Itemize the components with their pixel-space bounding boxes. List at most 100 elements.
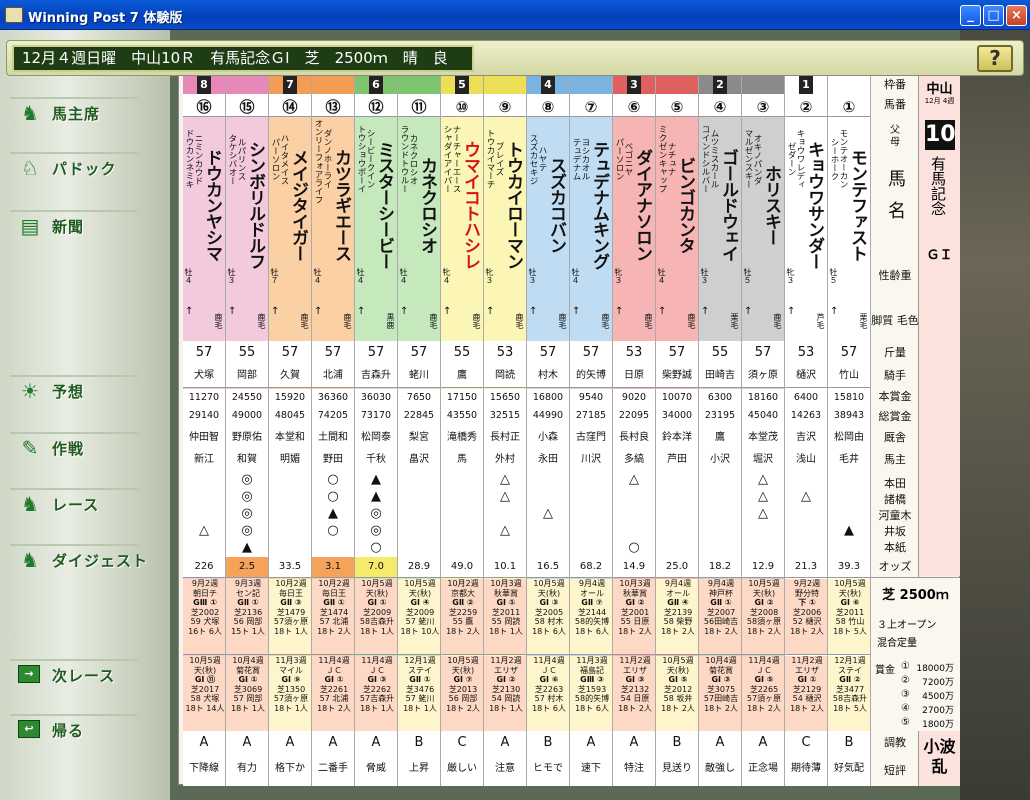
name-block[interactable]: シャダイアイバー ナーチャーエース ウマイコトハシレ 牝４ ↑ 鹿毛 bbox=[441, 116, 483, 341]
past-race-last2[interactable]: 11月2週 エリザ GⅠ ① 芝2129 54 樋沢 18ト 2人 bbox=[785, 656, 827, 731]
past-race-last2[interactable]: 12月1週 ステイ GⅡ ① 芝3476 57 蛯川 18ト 1人 bbox=[398, 656, 440, 731]
past-race-last1[interactable]: 10月2週 毎日王 GⅡ ③ 芝1479 57須ヶ原 18ト 1人 bbox=[269, 579, 311, 654]
horse-name[interactable]: カネクロシオ bbox=[417, 120, 437, 290]
nav-digest-horse-button[interactable]: ♞ ダイジェスト bbox=[10, 544, 147, 574]
past-race-last2[interactable]: 11月2週 エリザ GⅠ ③ 芝2132 54 日原 18ト 2人 bbox=[613, 656, 655, 731]
name-block[interactable]: パーソロン ハイタメイス メイジタイガー 牡７ ↑ 鹿毛 bbox=[269, 116, 311, 341]
horse-name[interactable]: スズカコバン bbox=[546, 120, 566, 290]
row-divider bbox=[355, 577, 397, 578]
horse-name[interactable]: ビンゴカンタ bbox=[675, 120, 695, 290]
horse-name[interactable]: ミスターシービー bbox=[374, 120, 394, 290]
past-race-last1[interactable]: 9月4週 オール GⅡ ⑦ 芝2144 58的矢博 18ト 6人 bbox=[570, 579, 612, 654]
horse-name[interactable]: テュデナムキング bbox=[589, 120, 609, 290]
past-race-last1[interactable]: 9月4週 オール GⅡ ④ 芝2139 58 柴野 18ト 2人 bbox=[656, 579, 698, 654]
name-block[interactable]: タケシバオー ルパリンス シンボリルドルフ 牡３ ↑ 鹿毛 bbox=[226, 116, 268, 341]
past-race-last1[interactable]: 10月5週 天(秋) GⅠ ③ 芝2005 58 村木 18ト 6人 bbox=[527, 579, 569, 654]
nav-arrow-return-button[interactable]: ↩ 帰る bbox=[10, 714, 138, 744]
nav-newspaper-button[interactable]: ▤ 新聞 bbox=[10, 210, 138, 240]
past-race-line: 10月5週 bbox=[447, 656, 479, 665]
row-divider bbox=[570, 654, 612, 655]
horse-name[interactable]: キョウワサンダー bbox=[804, 120, 824, 290]
nav-arrow-next-button[interactable]: → 次レース bbox=[10, 659, 138, 689]
past-race-last2[interactable]: 10月5週 天(秋) GⅠ ⑤ 芝2012 58 坂井 18ト 2人 bbox=[656, 656, 698, 731]
horse-number-badge: ③ bbox=[756, 98, 770, 116]
name-block[interactable]: スズカセキジ ハヤテ スズカコバン 牡３ ↑ 鹿毛 bbox=[527, 116, 569, 341]
past-race-last1[interactable]: 10月3週 秋華賞 GⅠ ② 芝2001 55 日原 18ト 2人 bbox=[613, 579, 655, 654]
row-label: 井坂 bbox=[884, 525, 906, 538]
past-race-line: 56 岡部 bbox=[233, 617, 263, 627]
name-block[interactable]: トウカイマーチ ブレイズ トウカイローマン 牝３ ↑ 鹿毛 bbox=[484, 116, 526, 341]
past-race-line: 10月2週 bbox=[318, 579, 350, 588]
name-block[interactable]: ゼダーン キョウワレディ キョウワサンダー 牝３ ↑ 芦毛 bbox=[785, 116, 827, 341]
past-race-line: GⅡ ⑦ bbox=[581, 598, 603, 608]
past-race-line: エリザ bbox=[795, 665, 819, 675]
nav-strategy-button[interactable]: ✎ 作戦 bbox=[10, 432, 138, 462]
past-race-last2[interactable]: 11月3週 福島記 GⅢ ③ 芝1593 58的矢博 18ト 6人 bbox=[570, 656, 612, 731]
coat-color: 栗毛 bbox=[859, 313, 868, 329]
maximize-button[interactable]: □ bbox=[983, 5, 1004, 26]
horse-name[interactable]: ウマイコトハシレ bbox=[460, 120, 480, 290]
past-race-last1[interactable]: 10月2週 毎日王 GⅡ ① 芝1474 57 北浦 18ト 2人 bbox=[312, 579, 354, 654]
past-race-last1[interactable]: 10月5週 天(秋) GⅠ ⑥ 芝2011 58 竹山 18ト 5人 bbox=[828, 579, 870, 654]
name-block[interactable]: テュデナム ヨシカオル テュデナムキング 牡４ ↑ 鹿毛 bbox=[570, 116, 612, 341]
past-race-last2[interactable]: 10月5週 天(秋) GⅠ ⑦ 芝2013 56 岡部 18ト 2人 bbox=[441, 656, 483, 731]
nav-label: 馬主席 bbox=[52, 105, 101, 123]
training-grade: B bbox=[527, 731, 569, 755]
horse-name[interactable]: トウカイローマン bbox=[503, 120, 523, 290]
name-block[interactable]: トウショウボーイ シービークイン ミスターシービー 牡４ ↑ 黒鹿 bbox=[355, 116, 397, 341]
nav-race-horse-button[interactable]: ♞ レース bbox=[10, 488, 138, 518]
weight-value: 57 bbox=[828, 341, 870, 365]
horse-name[interactable]: ダイアナソロン bbox=[632, 120, 652, 290]
nav-horse-owner-button[interactable]: ♞ 馬主席 bbox=[10, 97, 138, 127]
name-block[interactable]: ラウンドトウルー カネクロシオ カネクロシオ 牡４ ↑ 鹿毛 bbox=[398, 116, 440, 341]
name-block[interactable]: コインドシルバー ムツミスカール ゴールドウェイ 牡３ ↑ 栗毛 bbox=[699, 116, 741, 341]
past-race-last1[interactable]: 10月2週 京都大 GⅡ ② 芝2259 55 鷹 18ト 2人 bbox=[441, 579, 483, 654]
past-race-last1[interactable]: 10月5週 天(秋) GⅠ ② 芝2008 58須ヶ原 18ト 2人 bbox=[742, 579, 784, 654]
horse-name[interactable]: ゴールドウェイ bbox=[718, 120, 738, 290]
name-block[interactable]: シーホーク モンテオーカン モンテファスト 牡５ ↑ 栗毛 bbox=[828, 116, 870, 341]
past-race-last2[interactable]: 11月4週 ＪＣ GⅠ ⑥ 芝2263 57 村木 18ト 6人 bbox=[527, 656, 569, 731]
row-divider bbox=[527, 387, 569, 388]
past-race-last1[interactable]: 10月5週 天(秋) GⅠ ④ 芝2009 57 蛯川 18ト 10人 bbox=[398, 579, 440, 654]
past-race-last1[interactable]: 10月5週 天(秋) GⅠ ① 芝2009 58吉森升 18ト 1人 bbox=[355, 579, 397, 654]
row-label: 厩舎 bbox=[884, 431, 906, 444]
past-race-last2[interactable]: 10月5週 天(秋) GⅠ ⑪ 芝2017 58 犬塚 18ト 14人 bbox=[183, 656, 225, 731]
horse-name[interactable]: モンテファスト bbox=[847, 120, 867, 290]
past-race-last2[interactable]: 10月4週 菊花賞 GⅠ ③ 芝3075 57田崎吉 18ト 2人 bbox=[699, 656, 741, 731]
prediction-mark: ○ bbox=[628, 540, 640, 555]
help-button[interactable]: ? bbox=[977, 45, 1013, 72]
past-race-last2[interactable]: 11月4週 ＪＣ GⅠ ⑤ 芝2265 57須ヶ原 18ト 2人 bbox=[742, 656, 784, 731]
horse-name[interactable]: ドウカンヤシマ bbox=[202, 120, 222, 290]
nav-paddock-horse-button[interactable]: ♘ パドック bbox=[10, 152, 138, 182]
past-race-last2[interactable]: 11月4週 ＪＣ GⅠ ① 芝2261 57 北浦 18ト 2人 bbox=[312, 656, 354, 731]
past-race-last1[interactable]: 9月4週 神戸杯 GⅡ ① 芝2007 56田崎吉 18ト 2人 bbox=[699, 579, 741, 654]
past-race-line: 福島記 bbox=[580, 665, 604, 675]
past-race-last1[interactable]: 10月3週 秋華賞 GⅠ ① 芝2011 55 岡読 18ト 1人 bbox=[484, 579, 526, 654]
dam-name: ナチュナ bbox=[666, 142, 676, 176]
past-race-last2[interactable]: 10月4週 菊花賞 GⅠ ① 芝3069 57 岡部 18ト 1人 bbox=[226, 656, 268, 731]
horse-name[interactable]: カツラギエース bbox=[331, 120, 351, 290]
name-block[interactable]: ミクゼンキャップ ナチュナ ビンゴカンタ 牡４ ↑ 鹿毛 bbox=[656, 116, 698, 341]
coat-color: 鹿毛 bbox=[687, 313, 696, 329]
close-button[interactable]: × bbox=[1006, 5, 1027, 26]
past-race-last2[interactable]: 11月3週 マイル GⅠ ⑨ 芝1350 57須ヶ原 18ト 1人 bbox=[269, 656, 311, 731]
past-race-line: 10月5週 bbox=[404, 579, 436, 588]
past-race-last1[interactable]: 9月2週 朝日チ GⅢ ① 芝2002 59 犬塚 16ト 6人 bbox=[183, 579, 225, 654]
past-race-last2[interactable]: 11月4週 ＪＣ GⅠ ③ 芝2262 57吉森升 18ト 1人 bbox=[355, 656, 397, 731]
past-race-last1[interactable]: 9月3週 セン記 GⅡ ① 芝2136 56 岡部 15ト 1人 bbox=[226, 579, 268, 654]
name-block[interactable]: オンリーフォアライフ ダンノホーライ カツラギエース 牡４ ↑ 鹿毛 bbox=[312, 116, 354, 341]
horse-name[interactable]: シンボリルドルフ bbox=[245, 120, 265, 290]
horse-name[interactable]: メイジタイガー bbox=[288, 120, 308, 290]
past-race-last2[interactable]: 11月2週 エリザ GⅠ ② 芝2130 54 岡読 18ト 1人 bbox=[484, 656, 526, 731]
minimize-button[interactable]: _ bbox=[960, 5, 981, 26]
nav-lightbulb-button[interactable]: ☀ 予想 bbox=[10, 375, 138, 405]
name-block[interactable]: マルゼンスキー オキノパンダ ホリスキー 牡５ ↑ 鹿毛 bbox=[742, 116, 784, 341]
past-race-last1[interactable]: 9月2週 野分特下 ① 芝2006 52 樋沢 18ト 2人 bbox=[785, 579, 827, 654]
name-block[interactable]: パーソロン ベゴニヤ ダイアナソロン 牝３ ↑ 鹿毛 bbox=[613, 116, 655, 341]
odds-value: 68.2 bbox=[570, 557, 612, 577]
horse-number-badge: ⑫ bbox=[368, 98, 384, 116]
past-race-last2[interactable]: 12月1週 ステイ GⅡ ② 芝3477 58吉森升 18ト 5人 bbox=[828, 656, 870, 731]
name-block[interactable]: ドウカンネミキ ニミンカウド ドウカンヤシマ 牡４ ↑ 鹿毛 bbox=[183, 116, 225, 341]
horse-name[interactable]: ホリスキー bbox=[761, 120, 781, 290]
main-prize: 15920 bbox=[269, 389, 311, 407]
